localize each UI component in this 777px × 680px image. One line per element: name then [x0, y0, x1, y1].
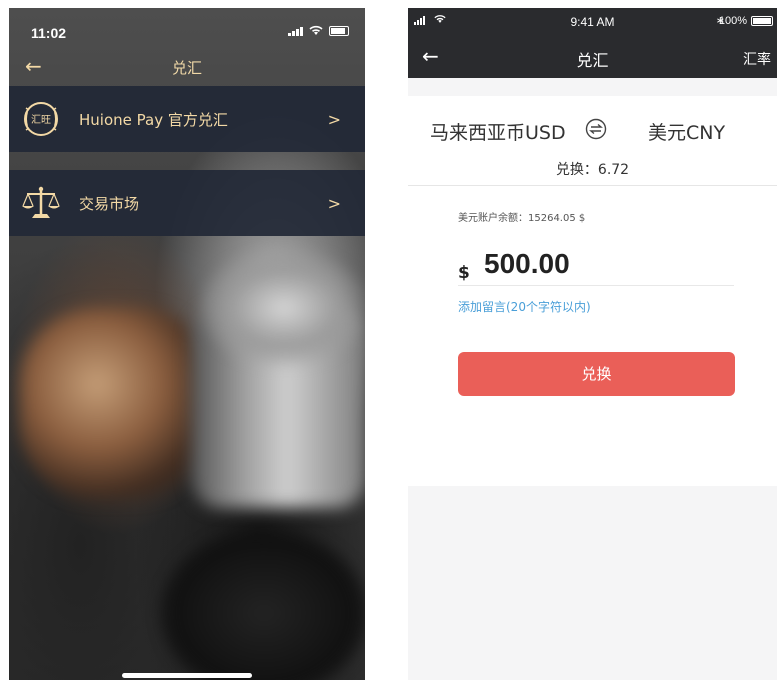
badge-text: 汇旺 [31, 113, 51, 126]
page-title: 兑汇 [171, 59, 202, 77]
wifi-icon [309, 25, 323, 35]
menu-item-huione-pay-exchange[interactable]: 汇旺 Huione Pay 官方兑汇 > [9, 86, 365, 152]
menu-item-trading-market[interactable]: 交易市场 > [9, 170, 365, 236]
status-icons [288, 25, 349, 36]
exchange-form: 美元账户余额：15264.05 $ $ 500.00 添加留言(20个字符以内)… [408, 186, 777, 486]
battery-icon [751, 16, 773, 26]
amount-input[interactable]: $ 500.00 [458, 248, 734, 286]
to-currency-selector[interactable]: 美元CNY [648, 118, 725, 145]
chevron-right-icon: > [327, 109, 341, 129]
menu-label: Huione Pay 官方兑汇 [79, 110, 228, 129]
status-bar: 11:02 [9, 8, 365, 48]
from-currency-selector[interactable]: 马来西亚币USD [430, 118, 566, 145]
background-dark-coin [159, 528, 365, 680]
background-silver-coin-top [199, 248, 365, 368]
scales-icon [21, 183, 61, 223]
exchange-button[interactable]: 兑换 [458, 352, 735, 396]
background-gold-coins [19, 308, 214, 498]
right-phone-screen: 9:41 AM ∗ 100% ← 兑汇 汇率 马来西亚币USD 美元CNY 兑换… [408, 8, 777, 680]
left-phone-screen: 11:02 ← 兑汇 汇旺 Huione Pay 官方兑汇 > 交易市场 > [9, 8, 365, 680]
header-bar: 9:41 AM ∗ 100% ← 兑汇 汇率 [408, 8, 777, 78]
currency-symbol: $ [458, 263, 470, 283]
nav-bar: ← 兑汇 [9, 46, 365, 86]
status-time: 11:02 [31, 25, 67, 41]
battery-icon [329, 25, 349, 36]
currency-conversion-card: 马来西亚币USD 美元CNY 兑换：6.72 [408, 96, 777, 186]
menu-label: 交易市场 [79, 194, 140, 213]
home-indicator[interactable] [122, 673, 252, 678]
page-title: 兑汇 [576, 51, 609, 70]
amount-value: 500.00 [484, 248, 570, 279]
huiwang-badge-icon: 汇旺 [21, 99, 61, 139]
signal-icon [288, 26, 303, 36]
chevron-right-icon: > [327, 193, 341, 213]
add-memo-link[interactable]: 添加留言(20个字符以内) [458, 298, 591, 315]
battery-percent: 100% [718, 15, 747, 27]
swap-icon[interactable] [585, 118, 607, 140]
exchange-rate-link[interactable]: 汇率 [743, 49, 771, 69]
exchange-rate-text: 兑换：6.72 [555, 162, 630, 178]
account-balance: 美元账户余额：15264.05 $ [458, 213, 586, 224]
